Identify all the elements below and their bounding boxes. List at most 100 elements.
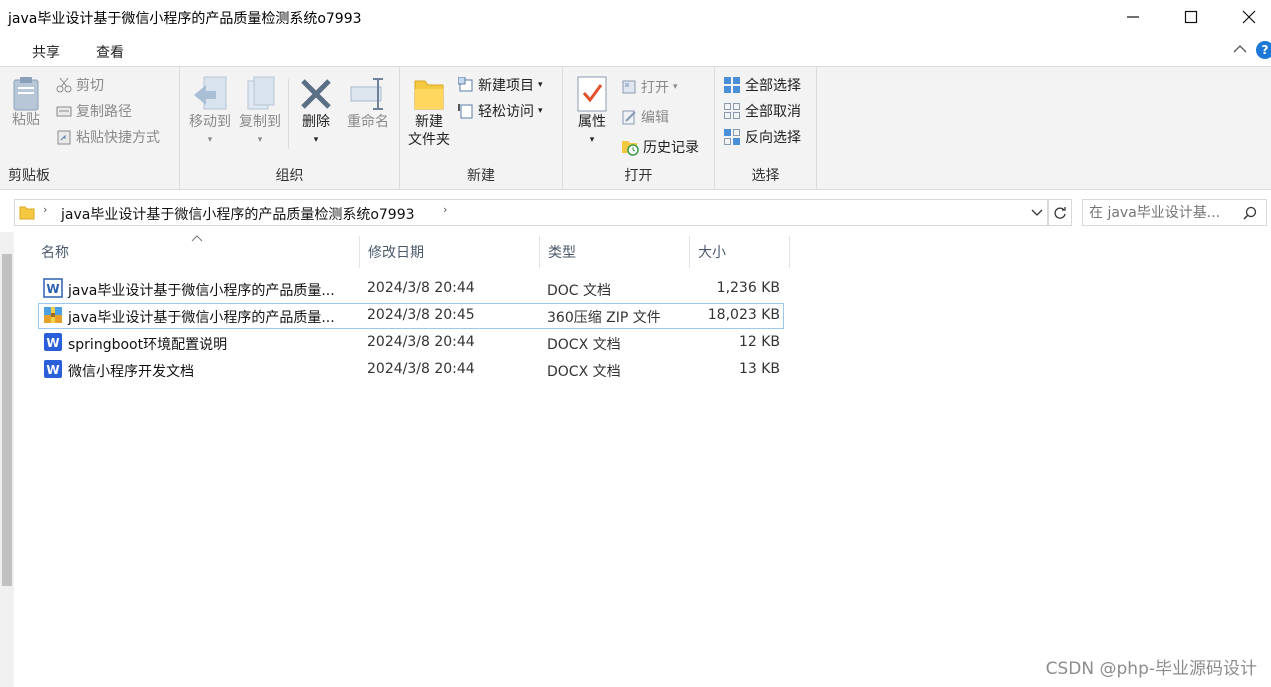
history-button[interactable]: 历史记录 [621,137,699,157]
file-row[interactable]: W 微信小程序开发文档 2024/3/8 20:44 DOCX 文档 13 KB [38,357,784,383]
new-folder-label-1: 新建 [415,114,443,130]
properties-icon [577,76,607,112]
select-none-label: 全部取消 [745,104,801,120]
file-name: java毕业设计基于微信小程序的产品质量... [68,310,335,326]
invert-selection-label: 反向选择 [745,130,801,146]
maximize-icon [1184,10,1198,24]
help-icon[interactable]: ? [1256,41,1271,59]
file-row[interactable]: W springboot环境配置说明 2024/3/8 20:44 DOCX 文… [38,330,784,356]
paste-button[interactable]: 粘贴 [8,75,44,129]
group-open: 属性 ▾ 打开 ▾ 编辑 历史记录 打开 [563,67,715,189]
new-folder-button[interactable]: 新建 文件夹 [404,75,454,149]
open-label: 打开 [641,80,669,96]
edit-button[interactable]: 编辑 [621,107,669,127]
file-size: 18,023 KB [707,307,780,323]
history-icon [622,141,639,156]
select-all-button[interactable]: 全部选择 [723,75,801,95]
chevron-down-icon[interactable] [1031,208,1043,218]
svg-text:W: W [46,363,59,377]
address-path[interactable]: java毕业设计基于微信小程序的产品质量检测系统o7993 [61,204,415,224]
delete-label: 删除 [302,114,330,130]
invert-selection-button[interactable]: 反向选择 [723,127,801,147]
select-all-icon [724,77,740,93]
chevron-right-icon[interactable]: › [43,203,47,216]
refresh-button[interactable] [1048,199,1072,226]
file-row-selected[interactable]: java毕业设计基于微信小程序的产品质量... 2024/3/8 20:45 3… [38,303,784,329]
properties-button[interactable]: 属性 ▾ [571,75,613,149]
refresh-icon [1054,206,1066,219]
edit-label: 编辑 [641,110,669,126]
file-list-pane: 名称 修改日期 类型 大小 W java毕业设计基于微信小程序的产品质量... … [0,232,1271,687]
tab-view[interactable]: 查看 [96,42,124,62]
delete-x-icon [301,79,331,109]
move-to-label: 移动到 [189,114,231,130]
file-modified: 2024/3/8 20:44 [367,280,475,296]
file-type: DOCX 文档 [547,337,621,353]
file-modified: 2024/3/8 20:44 [367,334,475,350]
group-organize: 移动到 ▾ 复制到 ▾ 删除 ▾ 重命名 组织 [180,67,400,189]
maximize-button[interactable] [1162,0,1220,34]
move-to-icon [194,76,227,110]
paste-shortcut-label: 粘贴快捷方式 [76,130,160,146]
close-button[interactable] [1220,0,1271,34]
file-name: java毕业设计基于微信小程序的产品质量... [68,283,335,299]
column-header-type[interactable]: 类型 [540,236,690,268]
copy-path-icon [56,106,72,117]
group-label-clipboard: 剪贴板 [8,168,50,184]
ribbon: 粘贴 剪切 复制路径 粘贴快捷方式 剪贴板 移动到 ▾ 复制到 ▾ 删除 ▾ 重… [0,66,1271,190]
chevron-right-icon[interactable]: › [443,203,447,216]
search-box[interactable] [1082,199,1267,226]
cut-button[interactable]: 剪切 [56,75,104,95]
column-header-name[interactable]: 名称 [33,236,360,268]
collapse-ribbon-icon[interactable] [1233,44,1247,54]
word-docx-icon: W [44,333,62,351]
easy-access-label: 轻松访问 [478,104,534,120]
minimize-button[interactable] [1104,0,1162,34]
select-none-icon [724,103,740,119]
easy-access-icon [458,104,473,119]
copy-to-button[interactable]: 复制到 ▾ [236,75,284,149]
easy-access-button[interactable]: 轻松访问 ▾ [458,101,543,121]
open-button[interactable]: 打开 ▾ [621,77,678,97]
new-item-button[interactable]: 新建项目 ▾ [458,75,543,95]
word-docx-icon: W [44,360,62,378]
edit-icon [622,110,636,125]
file-type: 360压缩 ZIP 文件 [547,310,661,326]
column-header-modified[interactable]: 修改日期 [360,236,540,268]
chevron-down-icon: ▾ [538,106,543,116]
paste-shortcut-icon [57,130,71,145]
search-input[interactable] [1089,203,1239,223]
select-none-button[interactable]: 全部取消 [723,101,801,121]
watermark: CSDN @php-毕业源码设计 [1045,659,1257,679]
clipboard-icon [13,77,39,111]
close-icon [1242,10,1256,24]
navigation-scrollbar[interactable] [0,232,14,687]
rename-button[interactable]: 重命名 [342,75,394,131]
file-row[interactable]: W java毕业设计基于微信小程序的产品质量... 2024/3/8 20:44… [38,276,784,302]
scrollbar-thumb[interactable] [2,254,12,586]
file-size: 1,236 KB [716,280,780,296]
open-icon [622,80,636,94]
group-label-select: 选择 [751,168,780,184]
search-icon[interactable] [1243,206,1257,220]
file-modified: 2024/3/8 20:45 [367,307,475,323]
divider [288,79,289,149]
group-new: 新建 文件夹 新建项目 ▾ 轻松访问 ▾ 新建 [400,67,563,189]
tab-share[interactable]: 共享 [32,42,60,62]
copy-path-button[interactable]: 复制路径 [56,101,132,121]
properties-label: 属性 [578,114,606,130]
file-name: springboot环境配置说明 [68,337,228,353]
delete-button[interactable]: 删除 ▾ [294,75,338,149]
minimize-icon [1127,16,1139,18]
move-to-button[interactable]: 移动到 ▾ [186,75,234,149]
select-all-label: 全部选择 [745,78,801,94]
file-type: DOCX 文档 [547,364,621,380]
window-title: java毕业设计基于微信小程序的产品质量检测系统o7993 [8,11,362,27]
cut-label: 剪切 [76,78,104,94]
address-bar[interactable]: › java毕业设计基于微信小程序的产品质量检测系统o7993 › [14,199,1048,226]
paste-shortcut-button[interactable]: 粘贴快捷方式 [56,127,160,147]
column-header-size[interactable]: 大小 [690,236,790,268]
svg-text:W: W [46,336,59,350]
rename-icon [350,78,383,110]
copy-path-label: 复制路径 [76,104,132,120]
